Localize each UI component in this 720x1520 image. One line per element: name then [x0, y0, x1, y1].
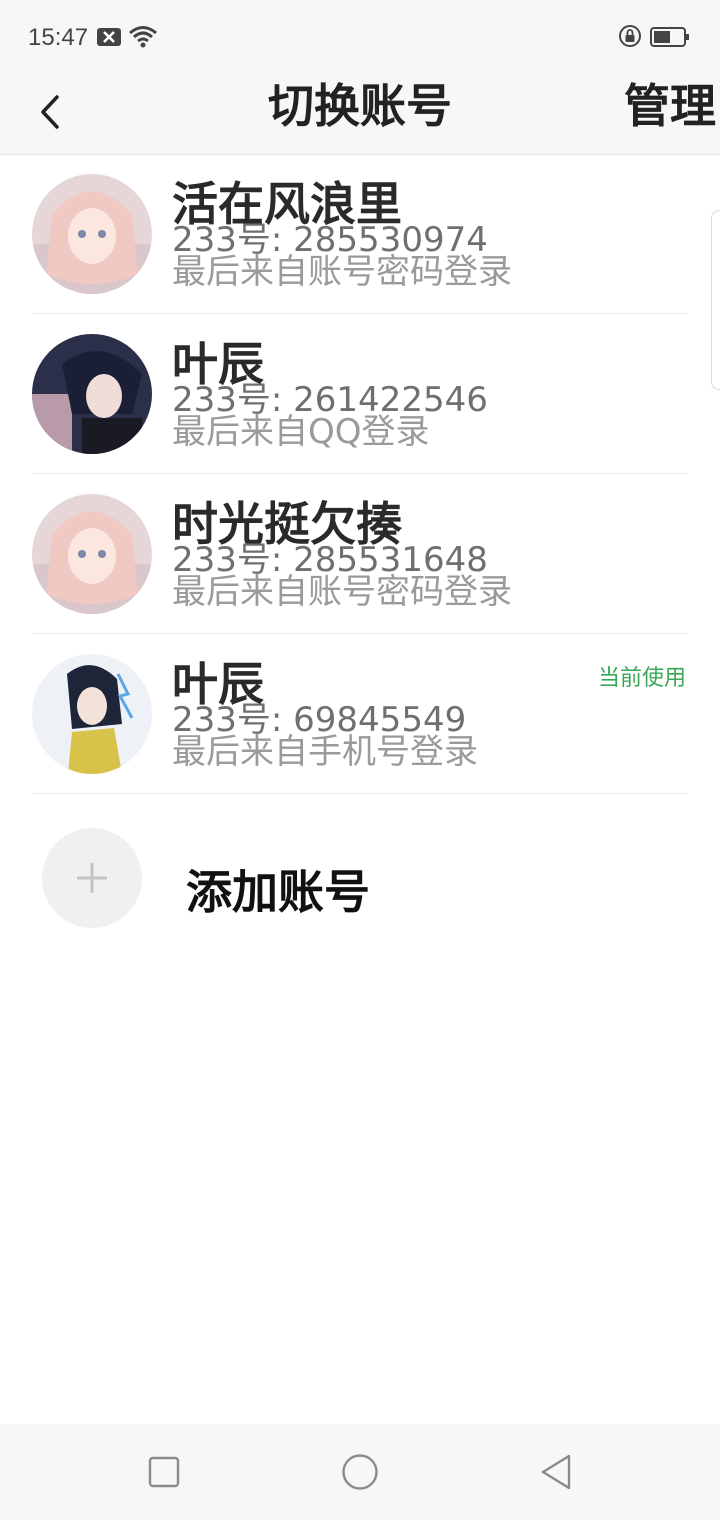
notification-x-icon: [97, 28, 121, 46]
account-list: 活在风浪里 233号: 285530974 最后来自账号密码登录 叶辰 233号…: [0, 154, 720, 794]
navigation-bar: [0, 1424, 720, 1520]
manage-button[interactable]: 管理: [624, 76, 716, 136]
plus-icon: [77, 863, 107, 893]
add-account-label: 添加账号: [186, 865, 370, 919]
login-source: 最后来自QQ登录: [172, 412, 430, 452]
account-item[interactable]: 时光挺欠揍 233号: 285531648 最后来自账号密码登录: [0, 474, 720, 634]
back-icon: [541, 1454, 571, 1490]
login-source: 最后来自账号密码登录: [172, 252, 512, 292]
add-account-button[interactable]: [42, 828, 142, 928]
divider: [32, 793, 688, 794]
status-time: 15:47: [28, 24, 89, 51]
page-title: 切换账号: [268, 79, 452, 133]
nav-back-button[interactable]: [536, 1452, 576, 1492]
wifi-icon: [129, 26, 157, 48]
home-button[interactable]: [340, 1452, 380, 1492]
add-account-row[interactable]: 添加账号: [0, 800, 720, 940]
recent-apps-icon: [148, 1456, 180, 1488]
rotation-lock-icon: [619, 25, 641, 47]
account-item[interactable]: 叶辰 233号: 69845549 最后来自手机号登录 当前使用: [0, 634, 720, 794]
current-account-badge: 当前使用: [597, 666, 686, 691]
login-source: 最后来自账号密码登录: [172, 572, 512, 612]
login-source: 最后来自手机号登录: [172, 732, 478, 772]
header: 切换账号 管理: [0, 72, 720, 155]
avatar: [32, 654, 152, 774]
avatar: [32, 494, 152, 614]
account-item[interactable]: 活在风浪里 233号: 285530974 最后来自账号密码登录: [0, 154, 720, 314]
battery-icon: [650, 27, 689, 47]
status-bar: 15:47: [0, 0, 720, 72]
recent-apps-button[interactable]: [144, 1452, 184, 1492]
avatar: [32, 174, 152, 294]
home-icon: [342, 1454, 378, 1490]
avatar: [32, 334, 152, 454]
account-item[interactable]: 叶辰 233号: 261422546 最后来自QQ登录: [0, 314, 720, 474]
